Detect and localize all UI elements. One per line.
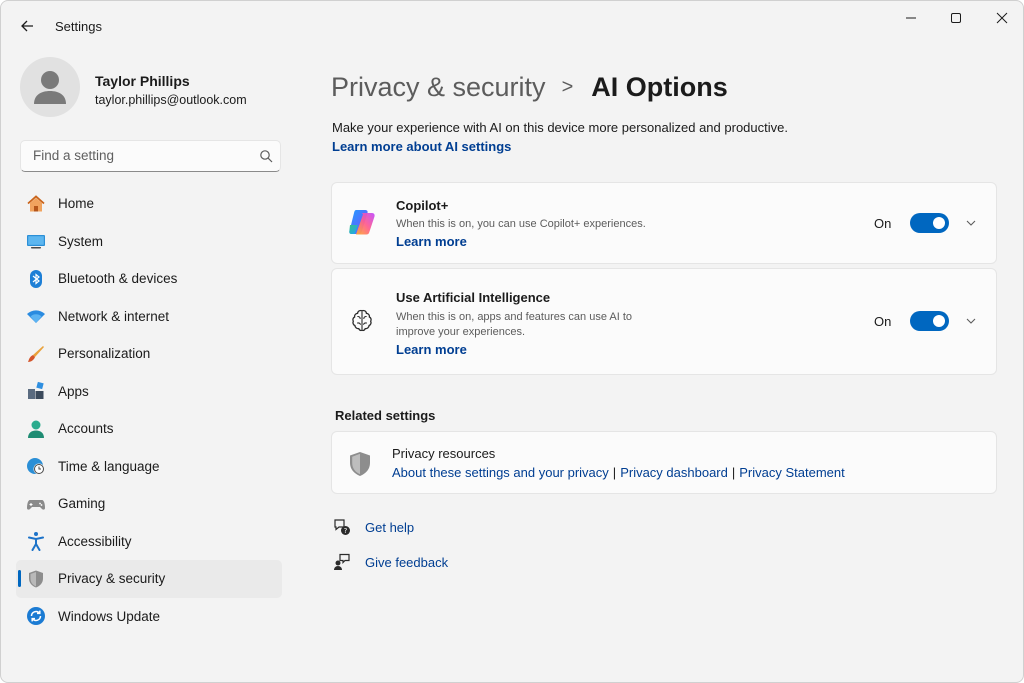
settings-window: Settings Taylor Phillips taylor.phillips…: [0, 0, 1024, 683]
link-separator: |: [731, 465, 736, 480]
bluetooth-icon: [26, 269, 46, 289]
accounts-icon: [26, 419, 46, 439]
learn-more-ai-link[interactable]: Learn more about AI settings: [332, 139, 511, 154]
sidebar-item-label: Bluetooth & devices: [58, 271, 178, 287]
sidebar-item-label: Network & internet: [58, 308, 170, 324]
sidebar-nav: Home System Bluetooth & devices Network …: [16, 185, 282, 635]
back-button[interactable]: [15, 14, 39, 38]
privacy-resources-card: Privacy resources About these settings a…: [331, 431, 997, 494]
privacy-dashboard-link[interactable]: Privacy dashboard: [620, 465, 728, 480]
copilot-toggle-state: On: [874, 216, 892, 231]
get-help-row[interactable]: ? Get help: [333, 517, 414, 537]
help-chat-icon: ?: [333, 518, 351, 536]
related-settings-heading: Related settings: [335, 408, 436, 423]
breadcrumb-separator: >: [561, 75, 574, 98]
link-separator: |: [612, 465, 617, 480]
privacy-statement-link[interactable]: Privacy Statement: [739, 465, 845, 480]
sidebar-item-label: Privacy & security: [58, 571, 166, 587]
sidebar-item-accounts[interactable]: Accounts: [16, 410, 282, 448]
page-title: AI Options: [591, 71, 728, 102]
use-ai-learn-more-link[interactable]: Learn more: [396, 342, 467, 357]
sidebar-item-windows-update[interactable]: Windows Update: [16, 598, 282, 636]
user-name: Taylor Phillips: [95, 73, 190, 89]
breadcrumb: Privacy & security > AI Options: [331, 69, 728, 105]
sidebar-item-accessibility[interactable]: Accessibility: [16, 523, 282, 561]
sidebar-item-label: Home: [58, 196, 95, 212]
sidebar-item-time-language[interactable]: Time & language: [16, 448, 282, 486]
gamepad-icon: [26, 494, 46, 514]
maximize-button[interactable]: [933, 7, 979, 29]
sidebar-item-system[interactable]: System: [16, 223, 282, 261]
apps-icon: [26, 381, 46, 401]
sidebar-item-personalization[interactable]: Personalization: [16, 335, 282, 373]
update-icon: [26, 606, 46, 626]
page-description: Make your experience with AI on this dev…: [332, 120, 788, 135]
sidebar-item-label: Apps: [58, 383, 89, 399]
back-arrow-icon: [21, 20, 33, 32]
copilot-toggle[interactable]: [910, 213, 949, 233]
chevron-down-icon[interactable]: [964, 314, 978, 328]
chevron-down-icon[interactable]: [964, 216, 978, 230]
globe-clock-icon: [26, 456, 46, 476]
minimize-button[interactable]: [888, 7, 934, 29]
system-icon: [26, 231, 46, 251]
toggle-knob: [933, 315, 945, 327]
wifi-icon: [26, 306, 46, 326]
sidebar-item-label: Accessibility: [58, 533, 132, 549]
sidebar-item-network[interactable]: Network & internet: [16, 298, 282, 336]
sidebar-item-label: Time & language: [58, 458, 160, 474]
toggle-knob: [933, 217, 945, 229]
sidebar-item-bluetooth[interactable]: Bluetooth & devices: [16, 260, 282, 298]
user-silhouette-icon: [34, 71, 66, 104]
use-ai-card[interactable]: Use Artificial Intelligence When this is…: [331, 268, 997, 375]
shield-icon: [26, 569, 46, 589]
use-ai-title: Use Artificial Intelligence: [396, 290, 551, 305]
avatar[interactable]: [20, 57, 80, 117]
copilot-icon: [346, 206, 378, 238]
close-button[interactable]: [979, 7, 1023, 29]
close-icon: [996, 12, 1008, 24]
sidebar-item-label: Windows Update: [58, 608, 161, 624]
sidebar-item-label: Accounts: [58, 421, 114, 437]
user-email: taylor.phillips@outlook.com: [95, 93, 247, 107]
about-settings-privacy-link[interactable]: About these settings and your privacy: [392, 465, 609, 480]
give-feedback-link[interactable]: Give feedback: [365, 555, 448, 570]
accessibility-icon: [26, 531, 46, 552]
home-icon: [26, 194, 46, 214]
use-ai-toggle[interactable]: [910, 311, 949, 331]
search-input[interactable]: [33, 148, 253, 163]
brain-icon: [346, 304, 378, 336]
use-ai-toggle-state: On: [874, 314, 892, 329]
copilot-title: Copilot+: [396, 198, 449, 213]
sidebar-item-label: Personalization: [58, 346, 151, 362]
sidebar-item-label: System: [58, 233, 104, 249]
maximize-icon: [951, 13, 961, 23]
app-title: Settings: [55, 19, 102, 34]
sidebar-item-privacy-security[interactable]: Privacy & security: [16, 560, 282, 598]
sidebar-item-apps[interactable]: Apps: [16, 373, 282, 411]
copilot-description: When this is on, you can use Copilot+ ex…: [396, 218, 646, 230]
brush-icon: [26, 344, 46, 364]
feedback-icon: [333, 553, 351, 571]
privacy-resources-title: Privacy resources: [392, 446, 496, 461]
sidebar-item-label: Gaming: [58, 496, 106, 512]
get-help-link[interactable]: Get help: [365, 520, 414, 535]
use-ai-description: When this is on, apps and features can u…: [396, 311, 633, 338]
privacy-links: About these settings and your privacy | Pr…: [392, 465, 845, 480]
copilot-card[interactable]: Copilot+ When this is on, you can use Co…: [331, 182, 997, 264]
copilot-learn-more-link[interactable]: Learn more: [396, 234, 467, 249]
shield-icon: [344, 448, 376, 480]
search-icon[interactable]: [259, 149, 273, 163]
title-bar: Settings: [1, 1, 1023, 49]
sidebar-item-home[interactable]: Home: [16, 185, 282, 223]
search-box[interactable]: [20, 140, 281, 172]
svg-text:?: ?: [344, 527, 348, 535]
minimize-icon: [906, 17, 916, 19]
breadcrumb-parent[interactable]: Privacy & security: [331, 72, 546, 103]
give-feedback-row[interactable]: Give feedback: [333, 552, 448, 572]
sidebar-item-gaming[interactable]: Gaming: [16, 485, 282, 523]
